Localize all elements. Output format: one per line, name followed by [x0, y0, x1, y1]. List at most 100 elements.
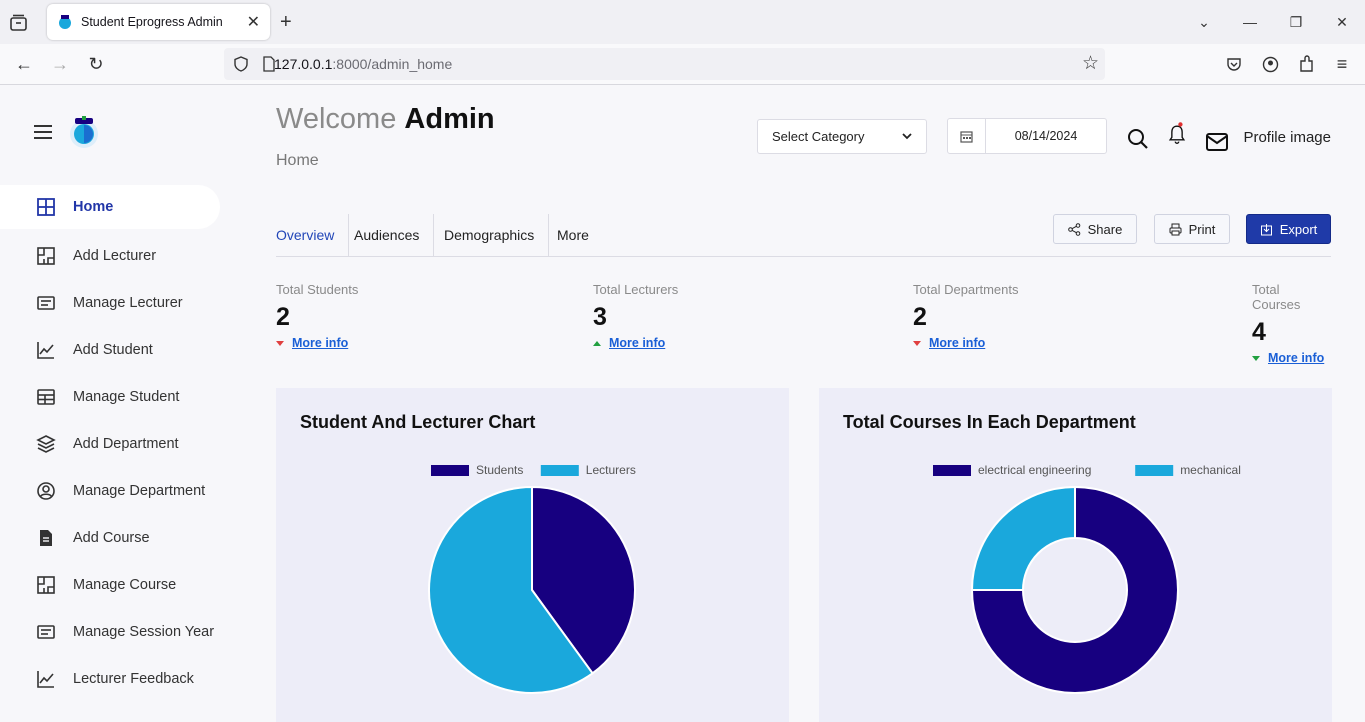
forward-icon[interactable]: → [50, 54, 70, 74]
sidebar-item-manage-department[interactable]: Manage Department [0, 467, 240, 514]
stat-label: Total Courses [1252, 282, 1301, 312]
grid-icon [37, 198, 55, 216]
date-picker[interactable]: 08/14/2024 [947, 118, 1107, 154]
tab-close-icon[interactable]: ✕ [247, 12, 260, 32]
more-info-link[interactable]: More info [929, 336, 985, 350]
export-icon [1260, 223, 1272, 235]
page-content: Home Add Lecturer Manage Lecturer Add Stude… [0, 85, 1365, 722]
sidebar-item-add-lecturer[interactable]: Add Lecturer [0, 232, 240, 279]
legend-swatch [933, 465, 971, 476]
sidebar-item-manage-lecturer[interactable]: Manage Lecturer [0, 279, 240, 326]
stat-total-lecturers: Total Lecturers 3 More info [593, 282, 678, 350]
new-tab-icon[interactable]: + [280, 11, 292, 34]
url-text[interactable]: 127.0.0.1:8000/admin_home [274, 56, 452, 72]
stat-value: 3 [593, 303, 607, 331]
more-info-link[interactable]: More info [292, 336, 348, 350]
export-button[interactable]: Export [1246, 214, 1331, 244]
app-menu-icon[interactable]: ≡ [1332, 54, 1352, 74]
share-label: Share [1087, 221, 1123, 237]
legend-label[interactable]: electrical engineering [978, 463, 1091, 477]
courses-department-doughnut-chart: electrical engineering mechanical [933, 463, 1241, 694]
tab-overflow-chevron-icon[interactable]: ⌄ [1181, 14, 1227, 31]
bell-icon[interactable] [1165, 121, 1189, 145]
browser-tab-bar: Student Eprogress Admin ✕ + ⌄ — ❐ ✕ [0, 0, 1365, 44]
legend-label[interactable]: Students [476, 463, 523, 477]
window-controls: ⌄ — ❐ ✕ [1181, 0, 1365, 44]
date-value[interactable]: 08/14/2024 [986, 119, 1106, 153]
back-icon[interactable]: ← [14, 54, 34, 74]
legend-label[interactable]: mechanical [1180, 463, 1241, 477]
tab-more[interactable]: More [543, 214, 603, 256]
legend-swatch [431, 465, 469, 476]
courses-department-chart-card: Total Courses In Each Department electri… [819, 388, 1332, 722]
sidebar-item-lecturer-feedback[interactable]: Lecturer Feedback [0, 655, 240, 702]
search-icon[interactable] [1126, 127, 1150, 151]
restore-icon[interactable]: ❐ [1273, 14, 1319, 31]
sidebar-item-label: Add Student [73, 341, 153, 358]
welcome-text: Welcome [276, 103, 397, 135]
sidebar-item-label: Add Course [73, 529, 150, 546]
calendar-icon[interactable] [948, 119, 986, 153]
sidebar-item-manage-course[interactable]: Manage Course [0, 561, 240, 608]
legend-swatch [540, 465, 579, 476]
more-info-link[interactable]: More info [1268, 351, 1324, 365]
category-select[interactable]: Select Category [757, 119, 927, 154]
page-title: Welcome Admin [276, 103, 495, 136]
pocket-icon[interactable] [1226, 56, 1242, 72]
export-label: Export [1279, 221, 1318, 237]
sidebar-item-label: Add Department [73, 435, 179, 452]
mail-icon[interactable] [1205, 130, 1229, 154]
bookmark-star-icon[interactable]: ☆ [1082, 52, 1099, 75]
sidebar-item-manage-session-year[interactable]: Manage Session Year [0, 608, 240, 655]
main-content: Welcome Admin Home Select Category 08/14… [276, 85, 1332, 722]
trend-down-icon [1252, 355, 1260, 361]
profile-image[interactable]: Profile image [1243, 129, 1331, 146]
student-lecturer-chart-card: Student And Lecturer Chart Students Lectu… [276, 388, 789, 722]
graph-up-icon [37, 341, 54, 359]
pie-slice-mechanical[interactable] [970, 485, 1076, 591]
sidebar-item-home[interactable]: Home [0, 185, 220, 229]
extensions-icon[interactable] [1298, 55, 1315, 73]
tab-overview[interactable]: Overview [276, 214, 350, 256]
sidebar-item-label: Manage Course [73, 576, 177, 593]
sidebar-item-label: Home [73, 199, 114, 215]
print-button[interactable]: Print [1154, 214, 1230, 244]
browser-tab[interactable]: Student Eprogress Admin ✕ [47, 4, 270, 40]
tab-list-icon[interactable] [8, 12, 30, 34]
more-info-link[interactable]: More info [609, 336, 665, 350]
legend-label[interactable]: Lecturers [586, 463, 636, 477]
share-button[interactable]: Share [1053, 214, 1137, 244]
sidebar-item-label: Manage Department [73, 482, 206, 499]
share-icon [1067, 222, 1080, 236]
hamburger-menu-icon[interactable] [34, 125, 52, 139]
print-label: Print [1188, 221, 1216, 237]
shield-icon[interactable] [233, 56, 249, 72]
stat-value: 4 [1252, 318, 1266, 346]
stat-total-departments: Total Departments 2 More info [913, 282, 1019, 350]
graph-up-icon [37, 670, 54, 688]
sidebar-item-add-student[interactable]: Add Student [0, 326, 240, 373]
minimize-icon[interactable]: — [1227, 14, 1273, 30]
url-bar[interactable]: 127.0.0.1:8000/admin_home ☆ [224, 48, 1105, 80]
tab-demographics[interactable]: Demographics [430, 214, 550, 256]
app-logo [70, 116, 98, 148]
person-circle-icon [37, 481, 55, 500]
sidebar-item-add-department[interactable]: Add Department [0, 420, 240, 467]
table-icon [37, 388, 55, 405]
card-text-icon [37, 295, 55, 310]
tab-title: Student Eprogress Admin [81, 15, 223, 29]
sidebar-item-manage-student[interactable]: Manage Student [0, 373, 240, 420]
account-icon[interactable] [1262, 56, 1279, 73]
sidebar-item-label: Manage Lecturer [73, 294, 183, 311]
close-window-icon[interactable]: ✕ [1319, 14, 1365, 31]
stat-value: 2 [913, 303, 927, 331]
tab-audiences[interactable]: Audiences [340, 214, 435, 256]
stat-total-courses: Total Courses 4 More info [1252, 282, 1331, 365]
chevron-down-icon [902, 133, 912, 140]
floorplan-icon [37, 246, 55, 265]
sidebar-item-add-course[interactable]: Add Course [0, 514, 240, 561]
reload-icon[interactable]: ↻ [86, 54, 106, 74]
layers-icon [36, 434, 56, 453]
page-icon[interactable] [262, 56, 276, 72]
stat-total-students: Total Students 2 More info [276, 282, 358, 350]
